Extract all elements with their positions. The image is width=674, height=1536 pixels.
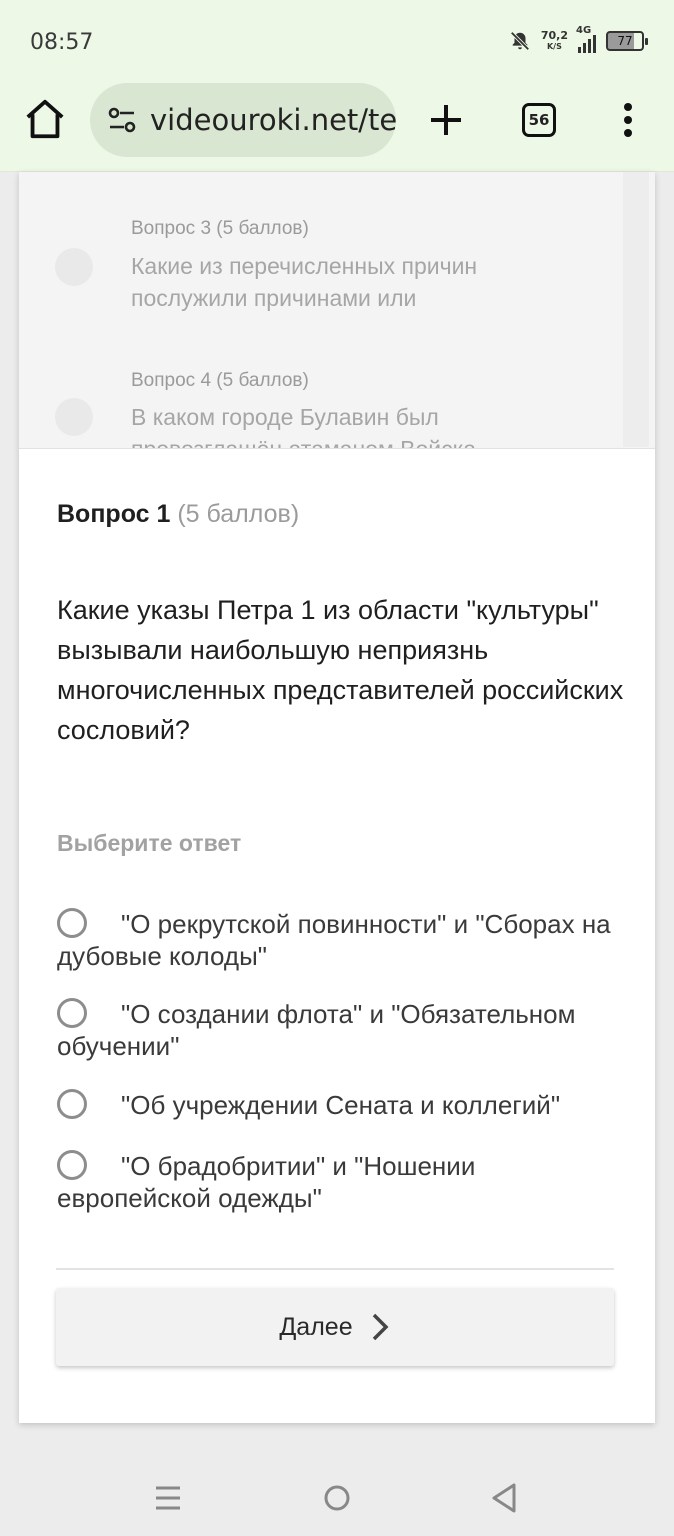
status-icons: 70,2 K/S 4G 77: [509, 25, 648, 56]
divider: [56, 1268, 614, 1270]
question-number: Вопрос 1: [57, 500, 171, 528]
question-list-item[interactable]: Вопрос 3 (5 баллов) Какие из перечисленн…: [19, 172, 619, 322]
answer-option[interactable]: "Об учреждении Сената и коллегий": [57, 1089, 627, 1121]
address-bar[interactable]: videouroki.net/tes: [90, 83, 396, 157]
question-list-scrollbar[interactable]: [623, 172, 649, 447]
nav-home-icon[interactable]: [323, 1484, 351, 1512]
answer-prompt: Выберите ответ: [57, 830, 242, 856]
more-vert-icon[interactable]: [620, 102, 636, 138]
question-list-text: Какие из перечисленных причин послужили …: [131, 253, 478, 311]
answer-option[interactable]: "О создании флота" и "Обязательном обуче…: [57, 998, 627, 1062]
answer-option-label[interactable]: "О брадобритии" и "Ношении европейской о…: [57, 1150, 627, 1214]
net-speed: 70,2 K/S: [540, 29, 568, 51]
tune-icon[interactable]: [106, 104, 138, 136]
question-list-item[interactable]: Вопрос 4 (5 баллов) В каком городе Булав…: [19, 322, 619, 449]
question-list-text: В каком городе Булавин был провозглашён …: [131, 404, 476, 449]
answer-option-label[interactable]: "Об учреждении Сената и коллегий": [57, 1089, 627, 1121]
question-list-label: Вопрос 4 (5 баллов): [131, 370, 309, 391]
answer-option[interactable]: "О рекрутской повинности" и "Сборах на д…: [57, 908, 627, 972]
chevron-right-icon: [372, 1313, 389, 1341]
bell-off-icon: [510, 31, 530, 51]
question-list-label: Вопрос 3 (5 баллов): [131, 218, 309, 239]
radio-button[interactable]: [57, 908, 87, 938]
tab-count-label: 56: [528, 111, 550, 129]
signal-icon: 4G: [576, 25, 596, 53]
status-time: 08:57: [30, 30, 94, 55]
url-text[interactable]: videouroki.net/tes: [150, 103, 396, 137]
question-status-dot: [55, 248, 93, 286]
recents-icon[interactable]: [154, 1484, 182, 1512]
radio-button[interactable]: [57, 998, 87, 1028]
next-button-label: Далее: [279, 1312, 353, 1341]
question-status-dot: [55, 398, 93, 436]
tab-switcher-button[interactable]: 56: [522, 103, 556, 137]
plus-icon[interactable]: [428, 102, 464, 138]
radio-button[interactable]: [57, 1089, 87, 1119]
question-list[interactable]: Вопрос 3 (5 баллов) Какие из перечисленн…: [19, 172, 655, 449]
radio-button[interactable]: [57, 1150, 87, 1180]
browser-chrome: 08:57 70,2 K/S 4G 77 videouroki.net/tes …: [0, 0, 674, 172]
battery-indicator: 77: [606, 31, 648, 51]
question-header: Вопрос 1 (5 баллов): [57, 500, 299, 529]
back-icon[interactable]: [490, 1482, 518, 1514]
question-text: Какие указы Петра 1 из области "культуры…: [57, 595, 624, 745]
answer-option-label[interactable]: "О создании флота" и "Обязательном обуче…: [57, 998, 627, 1062]
answer-option-label[interactable]: "О рекрутской повинности" и "Сборах на д…: [57, 908, 627, 972]
question-points: (5 баллов): [177, 500, 300, 528]
next-button[interactable]: Далее: [56, 1288, 614, 1366]
test-page: Вопрос 3 (5 баллов) Какие из перечисленн…: [19, 172, 655, 1423]
answer-option[interactable]: "О брадобритии" и "Ношении европейской о…: [57, 1150, 627, 1214]
home-icon[interactable]: [22, 96, 68, 142]
